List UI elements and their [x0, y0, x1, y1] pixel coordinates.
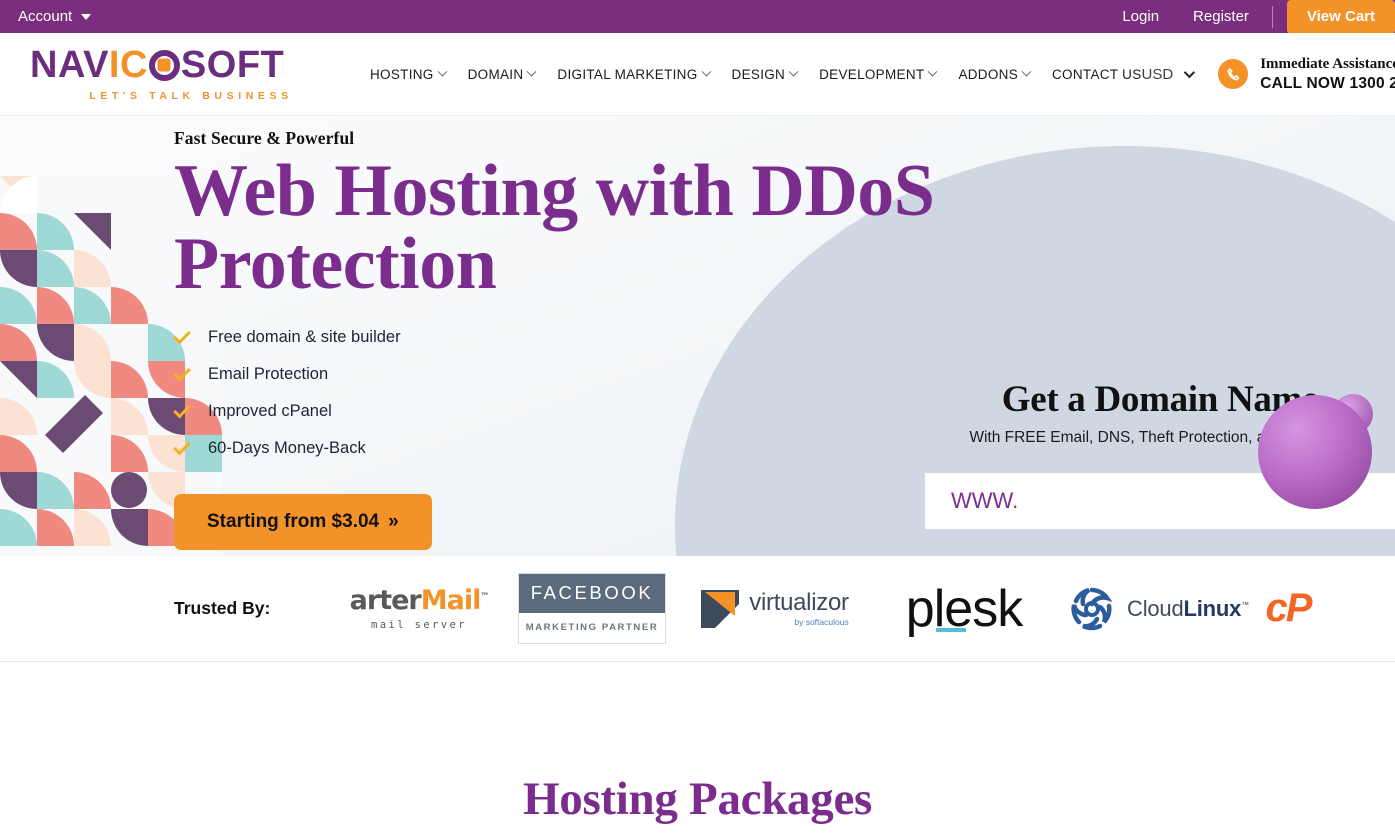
virtualizor-text: virtualizor [749, 588, 849, 616]
feature-label: Improved cPanel [208, 401, 332, 420]
chevron-down-icon [526, 66, 537, 77]
check-icon [173, 400, 191, 418]
nav-label: DEVELOPMENT [819, 66, 925, 82]
nav-label: ADDONS [958, 66, 1018, 82]
trademark-icon: ™ [480, 591, 489, 602]
cloudlinux-text-b: Linux [1183, 595, 1242, 621]
nav-item-addons[interactable]: ADDONS [958, 66, 1032, 82]
trusted-by-section: Trusted By: arterMail™ mail server FACEB… [0, 556, 1395, 662]
chevron-down-icon [927, 66, 938, 77]
domain-panel-title: Get a Domain Name [1001, 379, 1319, 420]
chevron-down-icon [81, 13, 92, 20]
call-number: CALL NOW 1300 25 [1260, 75, 1395, 92]
logo-wordmark: NAV IC SOFT [30, 46, 330, 84]
call-title: Immediate Assistance [1260, 56, 1395, 72]
partner-logo-row: arterMail™ mail server FACEBOOK MARKETIN… [334, 573, 1395, 644]
chevron-down-icon [788, 66, 799, 77]
logo-o-mark-icon [148, 49, 180, 81]
top-bar-right-group: Login Register View Cart [1105, 0, 1395, 34]
cpanel-logo: cP [1258, 586, 1318, 631]
nav-item-digital-marketing[interactable]: DIGITAL MARKETING [557, 66, 711, 82]
page-title: Hosting Packages [522, 773, 872, 825]
call-support-block[interactable]: Immediate Assistance CALL NOW 1300 25 [1218, 54, 1395, 94]
phone-icon [1218, 59, 1249, 89]
double-chevron-right-icon: » [388, 510, 399, 532]
logo-text-soft: SOFT [180, 44, 285, 86]
hero-title: Web Hosting with DDoS Protection [174, 150, 1395, 306]
hero-title-line2: Protection [174, 223, 497, 306]
domain-search-field-wrap [925, 473, 1395, 529]
nav-label: DIGITAL MARKETING [557, 66, 698, 82]
hosting-packages-section: Hosting Packages [0, 662, 1395, 826]
artermail-text-a: arter [349, 584, 422, 616]
artermail-logo: arterMail™ mail server [334, 587, 504, 631]
check-icon [173, 363, 191, 381]
chevron-down-icon [701, 66, 711, 77]
cloudlinux-mark-icon [1071, 587, 1113, 630]
facebook-partner-label: MARKETING PARTNER [525, 622, 659, 633]
artermail-text-b: Mail [420, 584, 482, 616]
nav-item-development[interactable]: DEVELOPMENT [819, 66, 938, 82]
nav-label: DESIGN [731, 66, 786, 82]
feature-label: 60-Days Money-Back [208, 438, 366, 457]
trusted-by-label: Trusted By: [174, 598, 271, 618]
domain-search-panel: Get a Domain Name With FREE Email, DNS, … [925, 378, 1395, 529]
facebook-logo-text: FACEBOOK [519, 574, 665, 613]
currency-value: USD [1141, 65, 1174, 83]
nav-item-design[interactable]: DESIGN [731, 66, 799, 82]
facebook-marketing-partner-logo: FACEBOOK MARKETING PARTNER [504, 573, 680, 644]
top-utility-bar: Account Login Register View Cart [0, 0, 1395, 34]
cpanel-text: cP [1265, 586, 1313, 630]
logo-tagline: LET'S TALK BUSINESS [89, 90, 293, 102]
plesk-logo: plesk [870, 583, 1058, 635]
virtualizor-subtitle: by softaculous [794, 616, 849, 627]
list-item: Free domain & site builder [173, 326, 1395, 347]
cloudlinux-text-a: Cloud [1127, 595, 1184, 621]
hero-eyebrow: Fast Secure & Powerful [174, 128, 355, 148]
cloudlinux-logo: CloudLinux™ [1058, 584, 1258, 634]
virtualizor-logo: virtualizor by softaculous [680, 588, 870, 628]
artermail-subtitle: mail server [371, 618, 467, 631]
view-cart-button[interactable]: View Cart [1286, 0, 1395, 34]
starting-price-cta-button[interactable]: Starting from $3.04 » [174, 493, 432, 550]
header-right-group: USD Immediate Assistance CALL NOW 1300 2… [1142, 54, 1395, 94]
site-header: NAV IC SOFT LET'S TALK BUSINESS HOSTING DO… [0, 33, 1395, 116]
domain-search-input[interactable] [951, 488, 1395, 514]
check-icon [173, 437, 191, 455]
navicosoft-logo[interactable]: NAV IC SOFT LET'S TALK BUSINESS [30, 46, 330, 102]
nav-label: CONTACT US [1052, 66, 1142, 82]
currency-selector[interactable]: USD [1141, 65, 1196, 83]
nav-item-hosting[interactable]: HOSTING [370, 66, 448, 82]
cta-label: Starting from $3.04 [207, 510, 380, 532]
nav-label: DOMAIN [467, 66, 524, 82]
account-menu[interactable]: Account [18, 8, 92, 25]
main-navigation: HOSTING DOMAIN DIGITAL MARKETING DESIGN … [370, 66, 1142, 82]
divider [1271, 5, 1273, 28]
feature-label: Free domain & site builder [208, 327, 401, 346]
plesk-underline-accent [935, 627, 966, 632]
nav-label: HOSTING [370, 66, 434, 82]
login-link[interactable]: Login [1105, 8, 1176, 25]
virtualizor-mark-icon [701, 589, 740, 628]
feature-label: Email Protection [208, 364, 329, 383]
hero-title-line1: Web Hosting with DDoS [174, 150, 935, 232]
register-link[interactable]: Register [1176, 8, 1266, 25]
logo-text-ic: IC [108, 44, 148, 86]
hero-section: Fast Secure & Powerful Web Hosting with … [0, 116, 1395, 556]
logo-text-nav: NAV [30, 44, 109, 86]
chevron-down-icon [437, 66, 448, 77]
nav-item-contact-us[interactable]: CONTACT US [1052, 67, 1142, 82]
call-text: Immediate Assistance CALL NOW 1300 25 [1260, 54, 1395, 94]
chevron-down-icon [1183, 66, 1196, 79]
trademark-icon: ™ [1241, 600, 1249, 610]
account-label: Account [18, 8, 73, 25]
check-icon [173, 326, 191, 344]
nav-item-domain[interactable]: DOMAIN [467, 66, 537, 82]
domain-panel-subtitle: With FREE Email, DNS, Theft Protection, … [969, 429, 1351, 446]
chevron-down-icon [1021, 66, 1032, 77]
